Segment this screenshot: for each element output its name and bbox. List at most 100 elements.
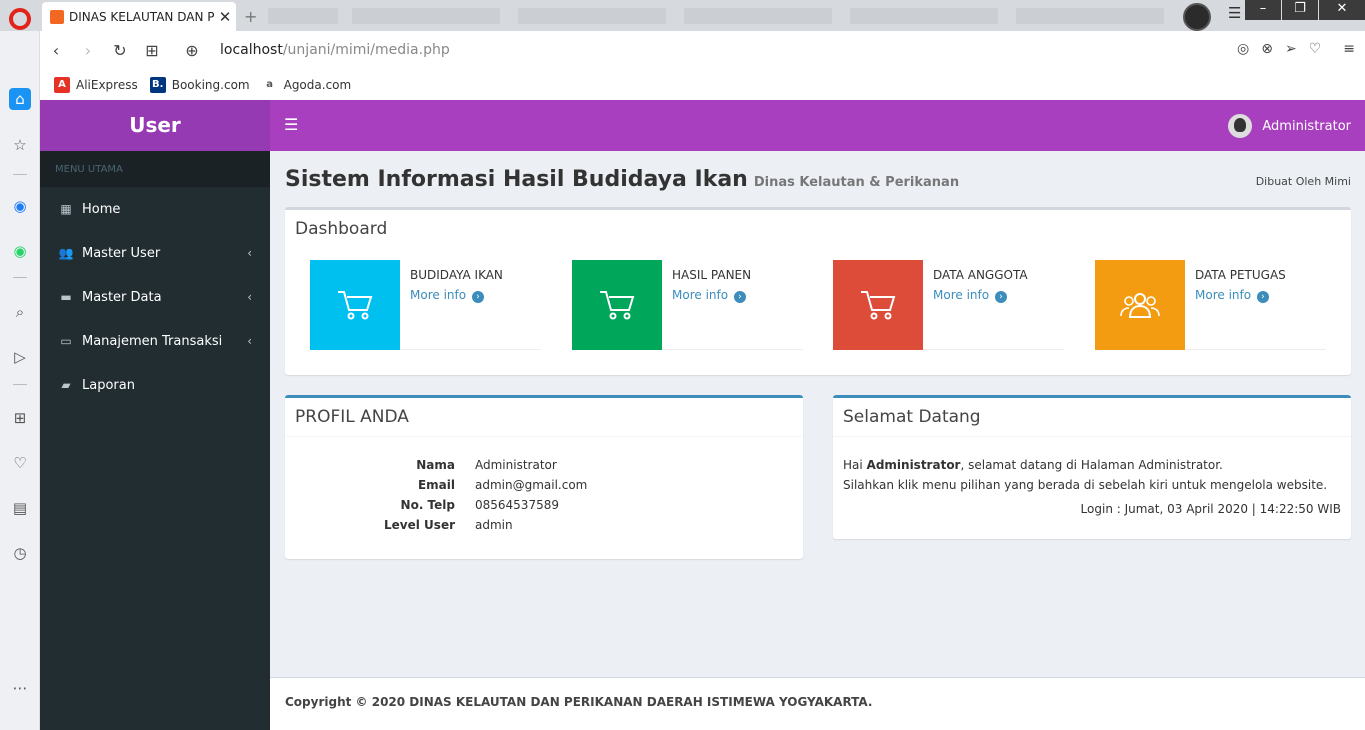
address-bar: ‹ › ↻ ⊞ ⊕ localhost/unjani/mimi/media.ph…: [40, 31, 1365, 69]
reload-icon[interactable]: ↻: [104, 41, 136, 60]
tab-active[interactable]: DINAS KELAUTAN DAN PERIKANAN ✕: [42, 2, 236, 31]
adblock-icon[interactable]: ⊗: [1261, 41, 1273, 57]
search-icon[interactable]: ⌕: [9, 301, 31, 323]
history-clock-icon[interactable]: ◷: [9, 542, 31, 564]
arrow-circle-right-icon: ›: [471, 291, 484, 303]
heart-icon[interactable]: ♡: [9, 452, 31, 474]
new-tab-icon[interactable]: +: [244, 7, 257, 26]
dashboard-title: Dashboard: [295, 219, 388, 239]
sidebar-header: MENU UTAMA: [40, 151, 270, 187]
url-field[interactable]: localhost/unjani/mimi/media.php: [220, 42, 450, 58]
minimize-icon[interactable]: –: [1245, 0, 1281, 20]
info-box-label: HASIL PANEN: [672, 268, 752, 282]
chevron-left-icon: ‹: [247, 334, 252, 348]
page-subtitle: Dinas Kelautan & Perikanan: [753, 175, 960, 190]
settings-icon[interactable]: ≡: [1343, 41, 1355, 57]
tab-background[interactable]: [352, 8, 500, 24]
heart-icon[interactable]: ♡: [1309, 41, 1322, 57]
easy-setup-icon[interactable]: ☰: [1228, 4, 1241, 22]
tab-background[interactable]: [268, 8, 338, 24]
chevron-left-icon: ‹: [247, 246, 252, 260]
tab-background[interactable]: [1016, 8, 1164, 24]
sidebar-item-master-user[interactable]: 👥 Master User ‹: [40, 231, 270, 275]
brand-logo[interactable]: User: [40, 100, 270, 151]
more-info-link[interactable]: More info ›: [410, 288, 484, 303]
close-window-icon[interactable]: ✕: [1319, 0, 1365, 20]
info-box-label: BUDIDAYA IKAN: [410, 268, 503, 282]
booking-icon: B.: [149, 76, 166, 93]
tab-close-icon[interactable]: ✕: [214, 8, 236, 26]
globe-icon: ⊕: [185, 40, 199, 60]
info-box-label: DATA ANGGOTA: [933, 268, 1028, 282]
welcome-box: Selamat Datang Hai Administrator, selama…: [833, 395, 1351, 539]
news-icon[interactable]: ▤: [9, 497, 31, 519]
browser-tab-bar: DINAS KELAUTAN DAN PERIKANAN ✕ + ☰ – ❐ ✕: [0, 0, 1365, 31]
bookmark-agoda[interactable]: a Agoda.com: [261, 76, 351, 93]
forward-icon[interactable]: ›: [72, 41, 104, 60]
content-wrapper: Sistem Informasi Hasil Budidaya Ikan Dina…: [270, 151, 1365, 677]
cart-icon: [310, 260, 400, 350]
login-timestamp: Login : Jumat, 03 April 2020 | 14:22:50 …: [1080, 502, 1341, 516]
more-info-link[interactable]: More info ›: [933, 288, 1007, 303]
info-box-data-petugas: DATA PETUGAS More info ›: [1095, 260, 1326, 350]
profile-title: PROFIL ANDA: [285, 398, 803, 437]
footer: Copyright © 2020 DINAS KELAUTAN DAN PERI…: [270, 677, 1365, 730]
tab-title: DINAS KELAUTAN DAN PERIKANAN: [69, 9, 214, 24]
profile-avatar[interactable]: [1183, 3, 1211, 31]
sidebar-item-master-data[interactable]: ▬ Master Data ‹: [40, 275, 270, 319]
user-menu[interactable]: Administrator: [1228, 114, 1351, 138]
admin-app: User ☰ Administrator MENU UTAMA ▦ Home 👥…: [40, 100, 1365, 730]
sidebar-item-manajemen-transaksi[interactable]: ▭ Manajemen Transaksi ‹: [40, 319, 270, 363]
profile-details: Nama Administrator Email admin@gmail.com N…: [285, 458, 803, 538]
users-icon: [1095, 260, 1185, 350]
aliexpress-icon: A: [54, 76, 70, 93]
camera-icon[interactable]: ◎: [1237, 41, 1249, 57]
more-icon[interactable]: ⋯: [9, 677, 31, 699]
cart-icon: [833, 260, 923, 350]
folder-icon: ▬: [60, 290, 72, 304]
info-box-budidaya-ikan: BUDIDAYA IKAN More info ›: [310, 260, 541, 350]
whatsapp-icon[interactable]: ◉: [9, 240, 31, 262]
maximize-icon[interactable]: ❐: [1282, 0, 1318, 20]
dashboard-box: Dashboard BUDIDAYA IKAN More info › HASI…: [285, 207, 1351, 375]
top-navbar: ☰ Administrator: [270, 100, 1365, 151]
back-icon[interactable]: ‹: [40, 41, 72, 60]
opera-sidebar: ⌂ ☆ ◉ ◉ ⌕ ▷ ⊞ ♡ ▤ ◷ ⋯: [0, 31, 40, 730]
laptop-icon: ▭: [60, 334, 72, 348]
bookmark-booking[interactable]: B. Booking.com: [149, 76, 250, 93]
messenger-icon[interactable]: ◉: [9, 195, 31, 217]
sidebar-item-laporan[interactable]: ▰ Laporan: [40, 363, 270, 407]
speed-dial-icon[interactable]: ⊞: [136, 41, 168, 60]
info-box-label: DATA PETUGAS: [1195, 268, 1286, 282]
bookmarks-bar: A AliExpress B. Booking.com a Agoda.com: [40, 69, 1365, 100]
arrow-circle-right-icon: ›: [733, 291, 746, 303]
flow-send-icon[interactable]: ▷: [9, 346, 31, 368]
profile-row: Level User admin: [384, 518, 513, 532]
more-info-link[interactable]: More info ›: [1195, 288, 1269, 303]
welcome-title: Selamat Datang: [833, 398, 1351, 437]
arrow-circle-right-icon: ›: [994, 291, 1007, 303]
send-icon[interactable]: ➢: [1285, 41, 1297, 57]
profile-row: Nama Administrator: [416, 458, 557, 472]
breadcrumb: Dibuat Oleh Mimi: [1255, 175, 1351, 188]
page-title: Sistem Informasi Hasil Budidaya Ikan Dina…: [285, 167, 960, 192]
tab-background[interactable]: [850, 8, 998, 24]
sidebar-item-home[interactable]: ▦ Home: [40, 187, 270, 231]
more-info-link[interactable]: More info ›: [672, 288, 746, 303]
users-icon: 👥: [58, 246, 74, 260]
bookmark-star-icon[interactable]: ☆: [9, 134, 31, 156]
book-icon: ▰: [61, 378, 71, 392]
tab-background[interactable]: [684, 8, 832, 24]
info-box-hasil-panen: HASIL PANEN More info ›: [572, 260, 803, 350]
hamburger-menu-icon[interactable]: ☰: [284, 115, 298, 134]
info-box-data-anggota: DATA ANGGOTA More info ›: [833, 260, 1064, 350]
tab-background[interactable]: [518, 8, 666, 24]
arrow-circle-right-icon: ›: [1256, 291, 1269, 303]
bookmark-aliexpress[interactable]: A AliExpress: [54, 76, 138, 93]
home-icon[interactable]: ⌂: [9, 88, 31, 110]
apps-grid-icon[interactable]: ⊞: [9, 407, 31, 429]
opera-logo-icon[interactable]: [9, 8, 31, 30]
cart-icon: [572, 260, 662, 350]
footer-org: DINAS KELAUTAN DAN PERIKANAN DAERAH ISTI…: [409, 695, 873, 709]
main-sidebar: MENU UTAMA ▦ Home 👥 Master User ‹ ▬ Mast…: [40, 151, 270, 730]
